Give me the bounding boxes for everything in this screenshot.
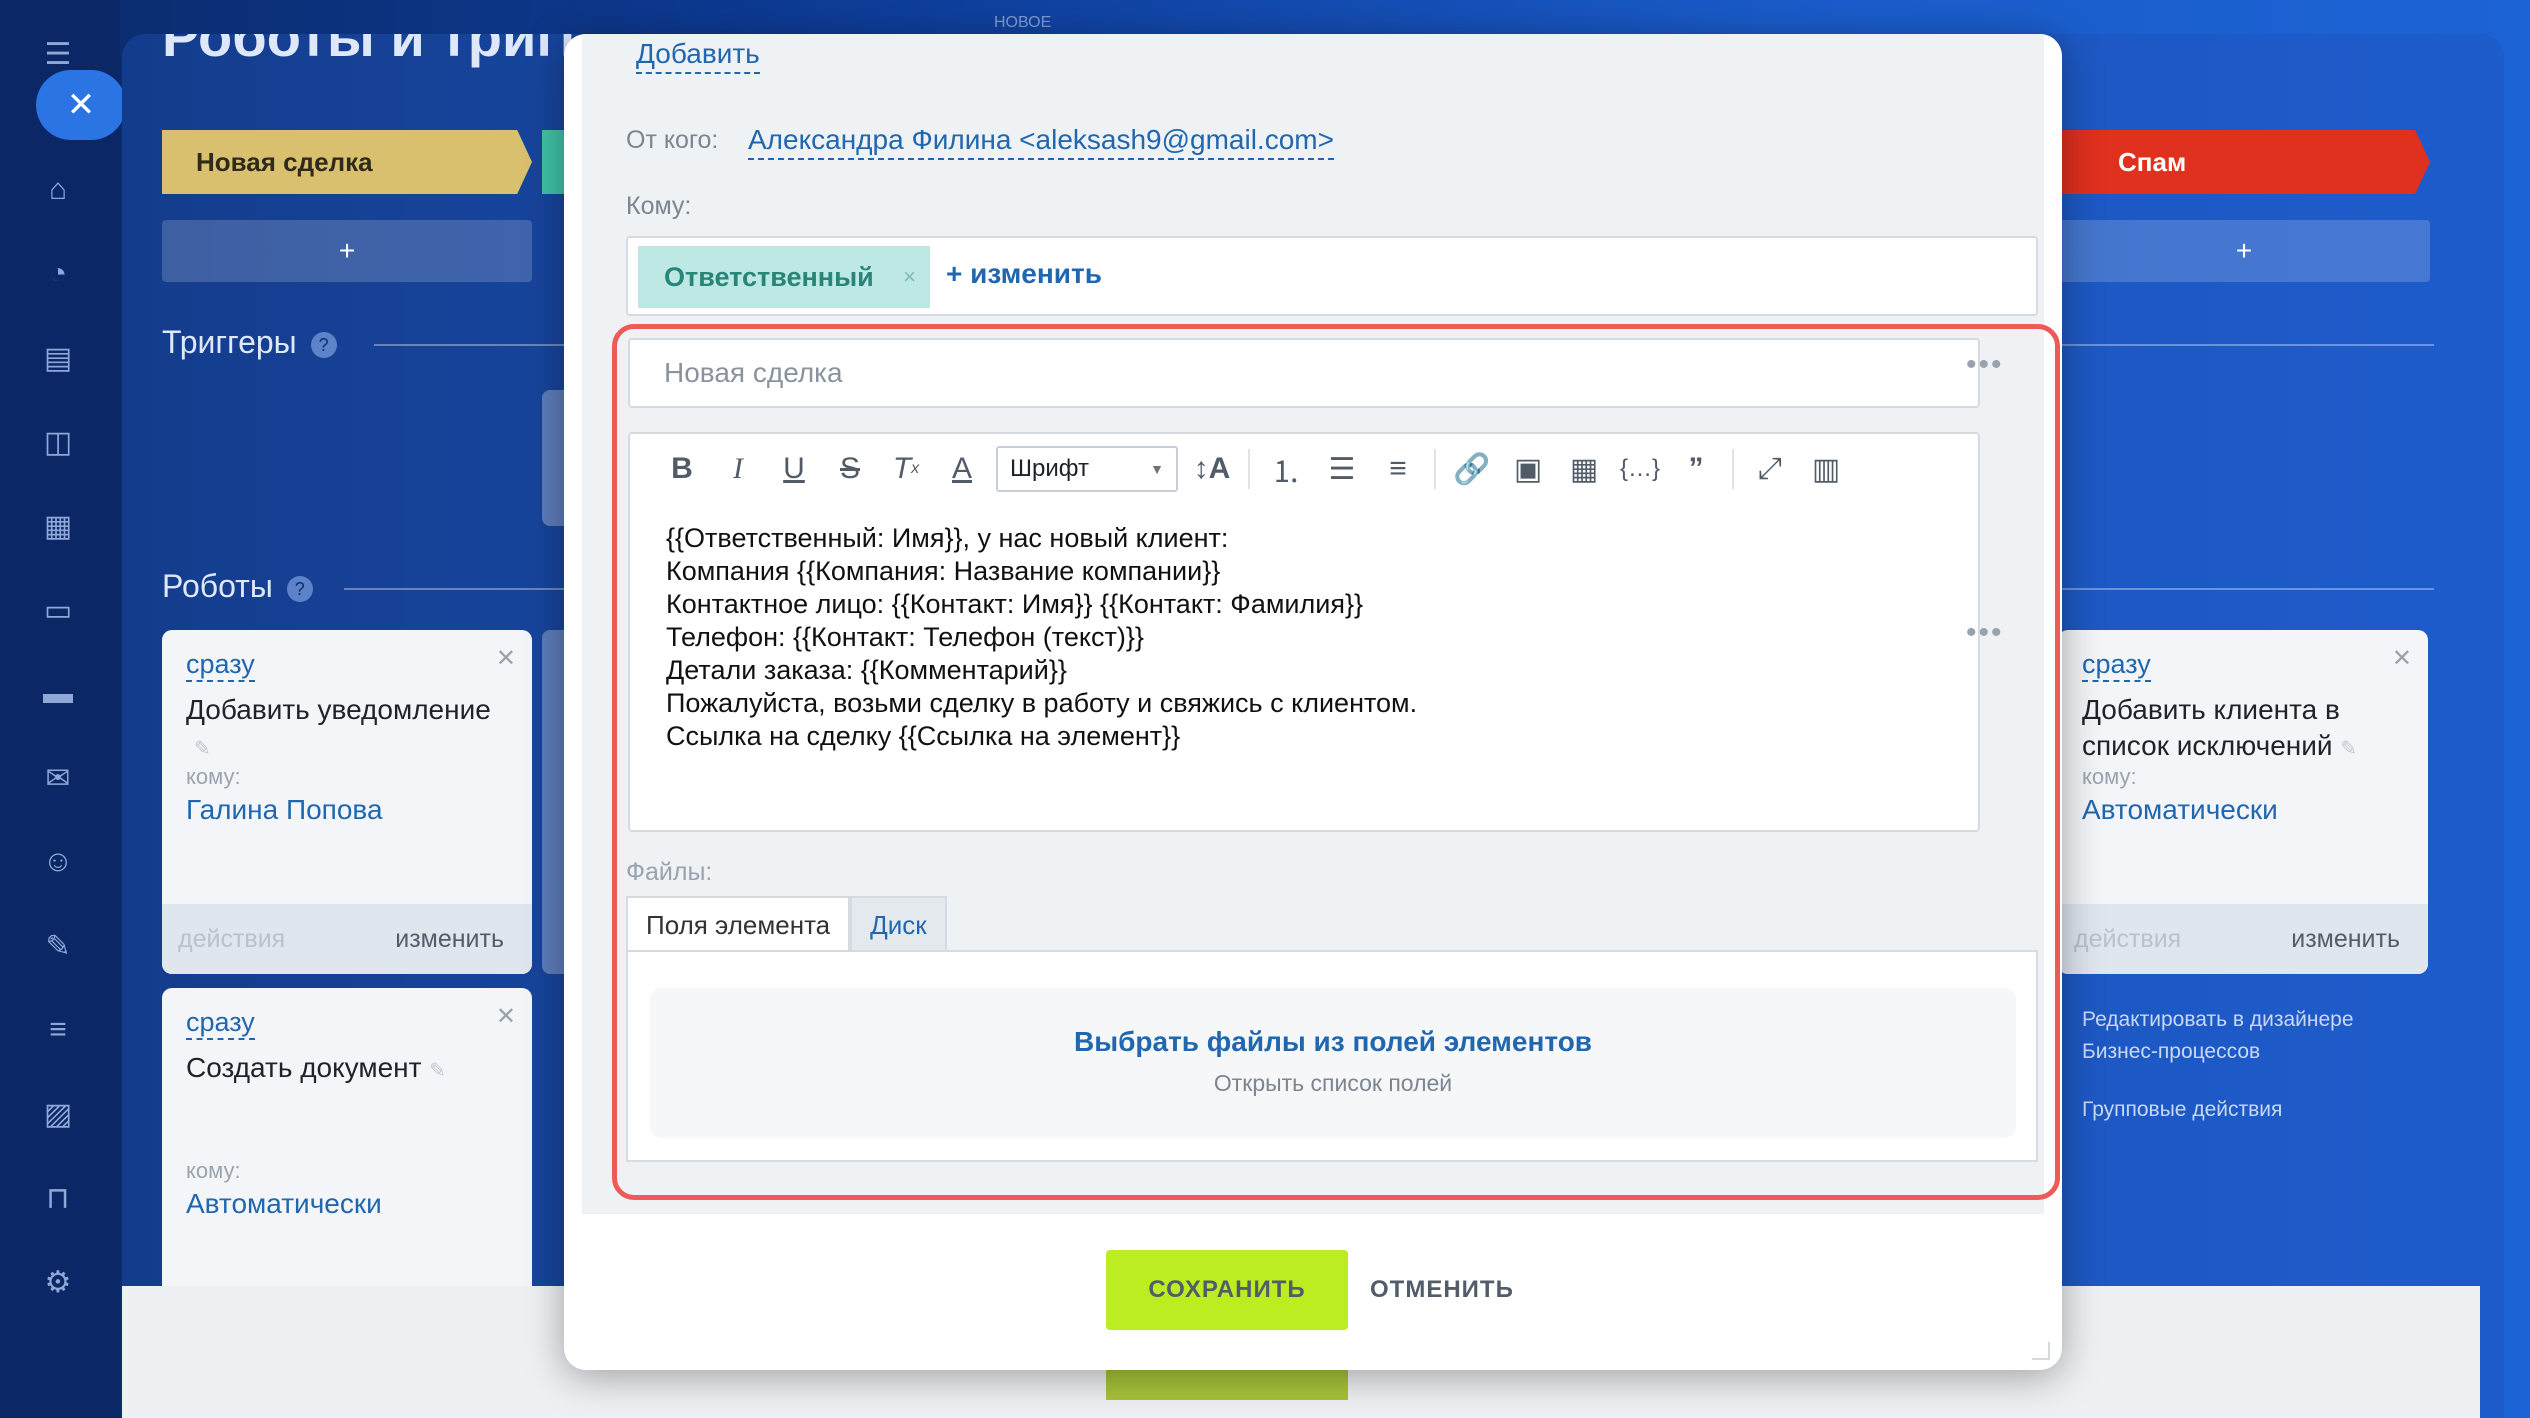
table-icon[interactable]: ▦ [1556, 445, 1612, 493]
align-icon[interactable]: ≡ [1370, 445, 1426, 493]
robot-name: Добавить уведомление [186, 694, 491, 725]
robot-card-document[interactable]: сразу ✕ Создать документ ✎ кому: Автомат… [162, 988, 532, 1328]
tab-element-fields[interactable]: Поля элемента [626, 896, 851, 952]
help-icon[interactable]: ? [286, 575, 313, 602]
help-icon[interactable]: ? [310, 331, 337, 358]
automation-icon[interactable]: ≡ [38, 1010, 78, 1050]
chevron-down-icon: ▼ [1150, 461, 1164, 477]
robots-title: Роботы? [162, 568, 313, 605]
robot-when-link[interactable]: сразу [186, 648, 255, 682]
add-trigger-button-spam[interactable]: + [2058, 220, 2430, 282]
robot-name: Создать документ ✎ [186, 1052, 447, 1083]
add-trigger-button[interactable]: + [162, 220, 532, 282]
triggers-title: Триггеры? [162, 324, 337, 361]
crm-icon[interactable]: ◔ [38, 254, 78, 294]
robot-card-notify[interactable]: сразу ✕ Добавить уведомление ✎ кому: Гал… [162, 630, 532, 974]
source-mode-icon[interactable]: ▥ [1798, 445, 1854, 493]
pencil-icon[interactable]: ✎ [2340, 738, 2357, 760]
change-recipients-link[interactable]: + изменить [946, 258, 1102, 290]
clear-format-icon[interactable]: Tx [878, 445, 934, 493]
mail-icon[interactable]: ✉ [38, 758, 78, 798]
from-label: От кого: [626, 126, 719, 154]
drive-icon[interactable]: ▬ [38, 674, 78, 714]
bold-icon[interactable]: B [654, 445, 710, 493]
remove-robot-icon[interactable]: ✕ [2392, 644, 2412, 673]
ordered-list-icon[interactable]: ⒈ [1258, 445, 1314, 493]
pencil-icon[interactable]: ✎ [194, 736, 211, 761]
robot-name: Добавить клиента в список исключений ✎ [2082, 694, 2358, 761]
remove-robot-icon[interactable]: ✕ [496, 644, 516, 673]
subject-more-icon[interactable]: ••• [1966, 348, 2004, 382]
contacts-icon[interactable]: ☺ [38, 842, 78, 882]
shop-icon[interactable]: ⊓ [38, 1178, 78, 1218]
cancel-button[interactable]: ОТМЕНИТЬ [1370, 1250, 1514, 1330]
tab-disk[interactable]: Диск [850, 896, 947, 952]
robot-actions-link[interactable]: действия [2074, 925, 2181, 954]
robot-actions-link[interactable]: действия [178, 925, 285, 954]
remove-robot-icon[interactable]: ✕ [496, 1002, 516, 1031]
save-button[interactable]: СОХРАНИТЬ [1106, 1250, 1348, 1330]
group-actions-link[interactable]: Групповые действия [2082, 1094, 2282, 1126]
remove-recipient-icon[interactable]: × [903, 264, 916, 290]
left-sidebar: ☰ ⌂ ◔ ▤ ◫ ▦ ▭ ▬ ✉ ☺ ✎ ≡ ▨ ⊓ ⚙ [0, 0, 120, 1418]
code-icon[interactable]: {…} [1612, 445, 1668, 493]
text-color-icon[interactable]: A [934, 445, 990, 493]
robot-card-exclusion[interactable]: сразу ✕ Добавить клиента в список исключ… [2058, 630, 2428, 974]
bullet-list-icon[interactable]: ☰ [1314, 445, 1370, 493]
font-size-icon[interactable]: ↕A [1184, 445, 1240, 493]
robot-when-link[interactable]: сразу [2082, 648, 2151, 682]
message-body[interactable]: {{Ответственный: Имя}}, у нас новый клие… [666, 522, 1417, 753]
editor-more-icon[interactable]: ••• [1966, 616, 2004, 650]
home-icon[interactable]: ⌂ [38, 170, 78, 210]
docs-icon[interactable]: ▭ [38, 590, 78, 630]
from-select[interactable]: Александра Филина <aleksash9@gmail.com> [748, 122, 1334, 160]
font-select[interactable]: Шрифт ▼ [996, 446, 1178, 492]
sign-icon[interactable]: ✎ [38, 926, 78, 966]
robot-edit-link[interactable]: изменить [2291, 925, 2400, 954]
reports-icon[interactable]: ▨ [38, 1094, 78, 1134]
files-tabs: Поля элемента Диск [626, 896, 947, 952]
calendar-icon[interactable]: ▦ [38, 506, 78, 546]
dialog-body: Добавить От кого: Александра Филина <ale… [582, 34, 2060, 1214]
stage-spam: Спам [2058, 130, 2430, 194]
editor-toolbar: B I U S Tx A Шрифт ▼ ↕A ⒈ ☰ ≡ 🔗 ▣ ▦ {…} ”… [630, 434, 1978, 504]
recipient-chip: Ответственный × [638, 246, 930, 308]
robot-edit-link[interactable]: изменить [395, 925, 504, 954]
robot-recipient: Автоматически [186, 1188, 382, 1219]
menu-icon[interactable]: ☰ [38, 34, 78, 74]
files-dropzone[interactable]: Выбрать файлы из полей элементов Открыть… [650, 988, 2016, 1138]
chat-icon[interactable]: ◫ [38, 422, 78, 462]
stage-new-deal: Новая сделка [162, 130, 532, 194]
subject-input[interactable]: Новая сделка [628, 338, 1980, 408]
new-tag: НОВОЕ [994, 14, 1052, 31]
close-icon: ✕ [66, 86, 96, 124]
recipients-field[interactable]: Ответственный × + изменить [626, 236, 2038, 316]
settings-icon[interactable]: ⚙ [38, 1262, 78, 1302]
quote-icon[interactable]: ” [1668, 445, 1724, 493]
robot-when-link[interactable]: сразу [186, 1006, 255, 1040]
robot-recipient: Автоматически [2082, 794, 2278, 825]
pick-files-link[interactable]: Выбрать файлы из полей элементов [650, 1026, 2016, 1058]
open-fields-list[interactable]: Открыть список полей [650, 1070, 2016, 1097]
close-slider-button[interactable]: ✕ [36, 70, 126, 140]
to-label: Кому: [626, 192, 692, 220]
edit-in-designer-link[interactable]: Редактировать в дизайнере Бизнес-процессо… [2082, 1004, 2354, 1068]
strikethrough-icon[interactable]: S [822, 445, 878, 493]
robot-recipient: Галина Попова [186, 794, 383, 825]
fullscreen-icon[interactable]: ⤢ [1742, 445, 1798, 493]
underline-icon[interactable]: U [766, 445, 822, 493]
files-label: Файлы: [626, 858, 713, 886]
resize-handle-icon[interactable] [2032, 1342, 2050, 1360]
files-panel: Выбрать файлы из полей элементов Открыть… [626, 950, 2038, 1162]
tasks-icon[interactable]: ▤ [38, 338, 78, 378]
italic-icon[interactable]: I [710, 445, 766, 493]
pencil-icon[interactable]: ✎ [429, 1060, 446, 1082]
message-editor[interactable]: B I U S Tx A Шрифт ▼ ↕A ⒈ ☰ ≡ 🔗 ▣ ▦ {…} ”… [628, 432, 1980, 832]
link-icon[interactable]: 🔗 [1444, 445, 1500, 493]
add-link[interactable]: Добавить [636, 36, 760, 74]
email-robot-dialog: Добавить От кого: Александра Филина <ale… [564, 34, 2062, 1370]
image-icon[interactable]: ▣ [1500, 445, 1556, 493]
